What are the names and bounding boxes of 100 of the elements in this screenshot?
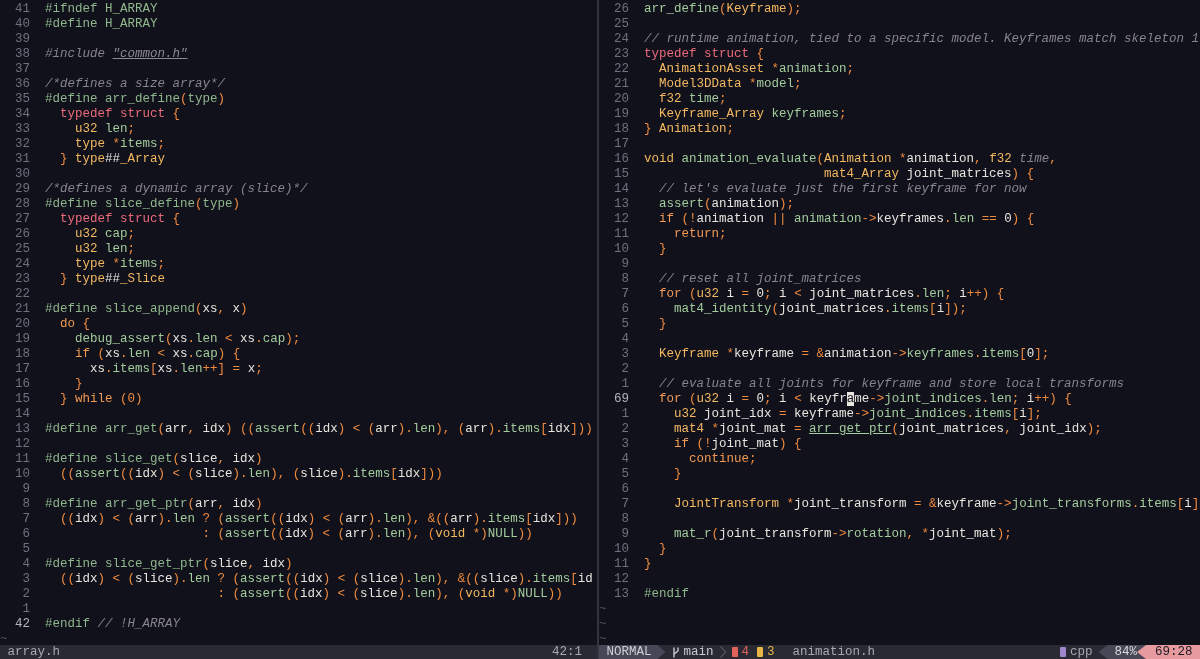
- code-line: #define slice_get(slice, idx): [45, 452, 263, 467]
- code-line: for (u32 i = 0; i < keyframe->joint_indices.len; i++) {: [658, 392, 1072, 407]
- code-line: return;: [673, 227, 727, 242]
- line-number: 17: [14, 362, 30, 377]
- line-number: 22: [14, 287, 30, 302]
- line-number: 25: [613, 17, 629, 32]
- code-line: u32 len;: [74, 242, 136, 257]
- code-line: if (xs.len < xs.cap) {: [74, 347, 241, 362]
- code-line: void animation_evaluate(Animation *animation, f32 time,: [644, 152, 1057, 167]
- code-line: ((idx) < (arr).len ? (assert((idx) < (arr).len), &((arr).items[idx])): [59, 512, 578, 527]
- code-line: #define H_ARRAY: [45, 17, 158, 32]
- code-line: typedef struct {: [59, 212, 181, 227]
- code-line: }: [658, 317, 667, 332]
- line-number: 23: [14, 272, 30, 287]
- code-line: } type##_Slice: [59, 272, 166, 287]
- code-line: debug_assert(xs.len < xs.cap);: [74, 332, 301, 347]
- code-line: mat4_Array joint_matrices) {: [823, 167, 1035, 182]
- line-number: 12: [14, 437, 30, 452]
- code-line: Keyframe *keyframe = &animation->keyframes.items[0];: [658, 347, 1050, 362]
- line-number: 4: [620, 332, 629, 347]
- code-line: Keyframe_Array keyframes;: [658, 107, 847, 122]
- cursor-position: 69:28: [1137, 645, 1200, 659]
- code-line: ((idx) < (slice).len ? (assert((idx) < (slice).len), &((slice).items[id: [59, 572, 593, 587]
- line-number: 19: [613, 107, 629, 122]
- code-line: : (assert((idx) < (arr).len), (void *)NULL)): [201, 527, 533, 542]
- line-number: 38: [14, 47, 30, 62]
- line-number: 29: [14, 182, 30, 197]
- line-number: 11: [613, 557, 629, 572]
- mode-indicator: NORMAL: [599, 645, 666, 659]
- code-line: if (!animation || animation->keyframes.len == 0) {: [658, 212, 1035, 227]
- line-number: 11: [613, 227, 629, 242]
- line-number: 10: [613, 242, 629, 257]
- code-line: f32 time;: [658, 92, 727, 107]
- line-number: 16: [613, 152, 629, 167]
- code-line: // reset all joint_matrices: [658, 272, 862, 287]
- code-line: // runtime animation, tied to a specific model. Keyframes match skeleton 1: [644, 32, 1200, 47]
- error-count: 4: [741, 645, 750, 659]
- code-line: JointTransform *joint_transform = &keyframe->joint_transforms.items[i]: [673, 497, 1200, 512]
- code-line: : (assert((idx) < (slice).len), (void *)NULL)): [216, 587, 563, 602]
- line-number: 19: [14, 332, 30, 347]
- code-line: typedef struct {: [59, 107, 181, 122]
- line-number: 5: [21, 542, 30, 557]
- line-number: 28: [14, 197, 30, 212]
- line-number: 2: [21, 587, 30, 602]
- code-line: #define arr_get_ptr(arr, idx): [45, 497, 263, 512]
- line-number: 11: [14, 452, 30, 467]
- code-line: AnimationAsset *animation;: [658, 62, 855, 77]
- line-number: 42: [14, 617, 30, 632]
- line-number: 13: [613, 197, 629, 212]
- code-line: mat_r(joint_transform->rotation, *joint_mat);: [673, 527, 1012, 542]
- code-line: /*defines a size array*/: [45, 77, 226, 92]
- warning-count: 3: [767, 645, 775, 659]
- tilde-marker: ~: [0, 632, 8, 645]
- line-number: 4: [21, 557, 30, 572]
- line-number: 5: [620, 317, 629, 332]
- line-number: 1: [21, 602, 30, 617]
- line-number: 21: [14, 302, 30, 317]
- line-number: 21: [613, 77, 629, 92]
- line-number: 30: [14, 167, 30, 182]
- line-number: 26: [613, 2, 629, 17]
- code-line: do {: [59, 317, 91, 332]
- file-name: array.h: [6, 645, 60, 659]
- line-number: 6: [620, 302, 629, 317]
- code-line: u32 len;: [74, 122, 136, 137]
- code-line: // let's evaluate just the first keyframe for now: [658, 182, 1027, 197]
- line-number: 2: [620, 362, 629, 377]
- code-line: typedef struct {: [644, 47, 765, 62]
- tilde-marker: ~: [599, 632, 607, 645]
- line-number: 35: [14, 92, 30, 107]
- line-number: 18: [14, 347, 30, 362]
- code-line: if (!joint_mat) {: [673, 437, 802, 452]
- tilde-marker: ~: [599, 617, 607, 632]
- tilde-marker: ~: [599, 602, 607, 617]
- line-number: 13: [14, 422, 30, 437]
- line-number: 20: [613, 92, 629, 107]
- code-line: for (u32 i = 0; i < joint_matrices.len; i++) {: [658, 287, 1005, 302]
- file-type: cpp: [1069, 645, 1093, 659]
- code-line: mat4_identity(joint_matrices.items[i]);: [673, 302, 967, 317]
- line-number: 12: [613, 212, 629, 227]
- line-number: 13: [613, 587, 629, 602]
- line-number: 7: [21, 512, 30, 527]
- code-line: #include "common.h": [45, 47, 188, 62]
- line-number: 3: [620, 437, 629, 452]
- code-line: #define slice_define(type): [45, 197, 241, 212]
- code-line: }: [74, 377, 83, 392]
- code-line: #ifndef H_ARRAY: [45, 2, 158, 17]
- code-line: ((assert((idx) < (slice).len), (slice).items[idx])): [59, 467, 443, 482]
- code-line: mat4 *joint_mat = arr_get_ptr(joint_matrices, joint_idx);: [673, 422, 1102, 437]
- code-line: }: [658, 242, 667, 257]
- line-number: 6: [21, 527, 30, 542]
- line-number: 7: [620, 497, 629, 512]
- line-number: 4: [620, 452, 629, 467]
- line-number: 24: [14, 257, 30, 272]
- code-line: continue;: [688, 452, 757, 467]
- code-line: } type##_Array: [59, 152, 166, 167]
- git-branch-icon: [671, 646, 680, 658]
- line-number: 9: [21, 482, 30, 497]
- line-number: 32: [14, 137, 30, 152]
- code-line: }: [658, 542, 667, 557]
- line-number: 37: [14, 62, 30, 77]
